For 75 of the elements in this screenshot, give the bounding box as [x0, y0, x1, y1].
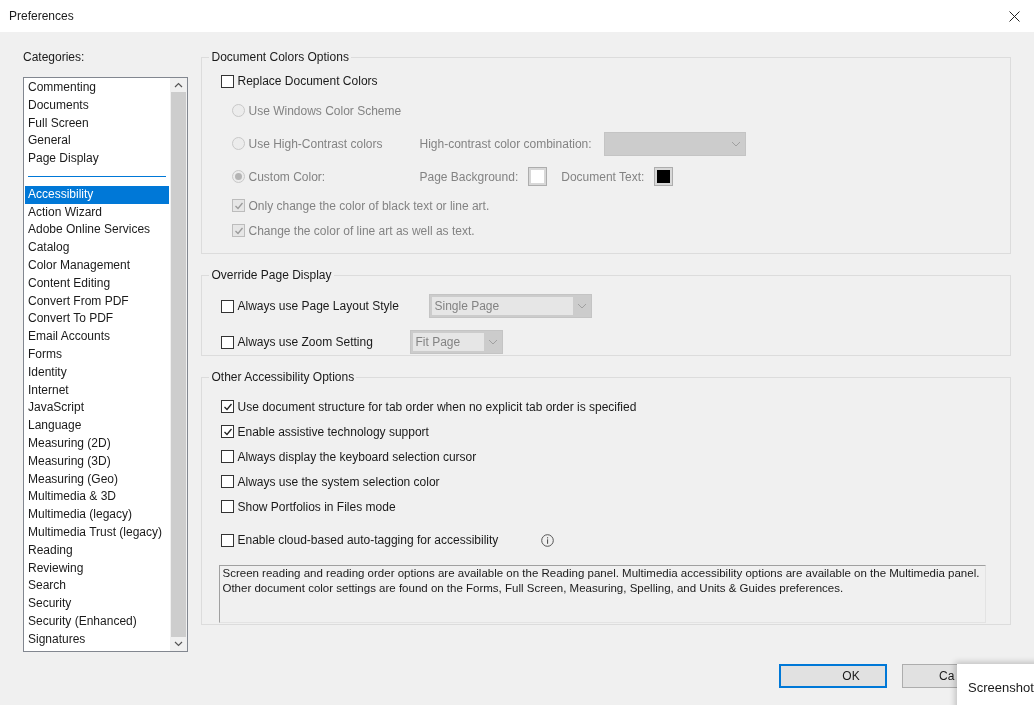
info-icon[interactable]	[541, 533, 555, 547]
checkbox[interactable]	[221, 299, 235, 313]
checkbox-label: Always use the system selection color	[237, 473, 440, 491]
info-note: Screen reading and reading order options are available on the Reading panel. Multimedia accessibility options are available on the Multimedia panel. Other document color settings are found on the Forms, Full Screen, Measuring, Spelling, and Units & Guides preferences.	[219, 565, 987, 623]
category-item[interactable]: Reviewing	[25, 559, 170, 578]
category-item[interactable]: Measuring (Geo)	[25, 470, 170, 489]
checkbox-label: Show Portfolios in Files mode	[237, 498, 396, 516]
category-item[interactable]: General	[25, 132, 170, 151]
category-item[interactable]: Internet	[25, 381, 170, 400]
combo-label: High-contrast color combination:	[419, 135, 592, 153]
category-item[interactable]: Convert To PDF	[25, 310, 170, 329]
category-item[interactable]: Adobe Online Services	[25, 221, 170, 240]
swatch-label: Document Text:	[561, 168, 645, 186]
category-item[interactable]: Multimedia Trust (legacy)	[25, 523, 170, 542]
checkbox[interactable]	[221, 475, 235, 488]
checkbox-label: Always display the keyboard selection cursor	[237, 448, 477, 466]
category-item[interactable]: Color Management	[25, 256, 170, 275]
category-item[interactable]: Accessibility	[25, 185, 170, 204]
checkbox[interactable]	[221, 500, 235, 513]
checkbox-label: Change the color of line art as well as text.	[248, 222, 475, 240]
checkbox-label: Use document structure for tab order when no explicit tab order is specified	[237, 398, 637, 416]
category-item[interactable]: Email Accounts	[25, 328, 170, 346]
category-item[interactable]: Security (Enhanced)	[25, 612, 170, 631]
scroll-down-icon[interactable]	[174, 641, 184, 647]
checkbox[interactable]	[221, 425, 235, 438]
checkbox-label: Always use Zoom Setting	[237, 334, 373, 351]
category-item[interactable]: Forms	[25, 345, 170, 364]
checkbox-label: Replace Document Colors	[237, 73, 378, 90]
checkbox-label: Enable cloud-based auto-tagging for accessibility	[237, 532, 499, 549]
dropdown-value: Single Page	[432, 297, 574, 315]
category-item[interactable]: Signatures	[25, 630, 170, 649]
categories-label: Categories:	[23, 49, 86, 66]
scrollbar[interactable]	[170, 78, 188, 651]
category-item[interactable]: JavaScript	[25, 399, 170, 418]
screenshot-toast[interactable]: Screenshot	[957, 664, 1034, 705]
scrollbar-thumb[interactable]	[171, 92, 187, 637]
group-title: Other Accessibility Options	[210, 369, 356, 386]
ok-button[interactable]: OK	[779, 664, 887, 688]
group-title: Document Colors Options	[210, 49, 350, 66]
caret-icon	[577, 303, 588, 309]
category-item[interactable]: Catalog	[25, 239, 170, 257]
checkbox[interactable]	[221, 400, 235, 413]
checkbox-label: Always use Page Layout Style	[237, 298, 399, 315]
category-item[interactable]: Multimedia (legacy)	[25, 506, 170, 524]
checkbox-label: Enable assistive technology support	[237, 423, 429, 441]
radio-label: Custom Color:	[248, 168, 326, 186]
swatch-label: Page Background:	[419, 168, 519, 186]
radio-label: Use High-Contrast colors	[248, 135, 383, 153]
category-item[interactable]: Measuring (2D)	[25, 434, 170, 453]
category-item[interactable]: Multimedia & 3D	[25, 488, 170, 507]
checkbox-label: Only change the color of black text or line art.	[248, 197, 490, 215]
caret-icon	[488, 339, 499, 345]
category-item[interactable]: Page Display	[25, 150, 170, 168]
category-item[interactable]: Language	[25, 417, 170, 435]
category-item[interactable]: Security	[25, 595, 170, 613]
category-item[interactable]: Full Screen	[25, 114, 170, 133]
category-item[interactable]: Identity	[25, 363, 170, 382]
caret-icon	[730, 140, 741, 147]
close-icon[interactable]	[1008, 10, 1020, 22]
dropdown-value: Fit Page	[413, 333, 485, 351]
category-item[interactable]: Search	[25, 577, 170, 596]
category-item[interactable]: Documents	[25, 96, 170, 115]
window-title: Preferences	[9, 8, 74, 25]
radio-label: Use Windows Color Scheme	[248, 102, 402, 120]
category-item[interactable]: Content Editing	[25, 274, 170, 293]
checkbox[interactable]	[221, 335, 235, 349]
category-item[interactable]: Measuring (3D)	[25, 452, 170, 471]
checkbox[interactable]	[221, 450, 235, 463]
category-item[interactable]: Commenting	[25, 79, 170, 97]
scroll-up-icon[interactable]	[174, 82, 184, 88]
category-item[interactable]: Convert From PDF	[25, 292, 170, 311]
category-item[interactable]: Reading	[25, 541, 170, 560]
checkbox[interactable]	[221, 533, 235, 547]
category-item[interactable]: Action Wizard	[25, 203, 170, 222]
group-title: Override Page Display	[210, 267, 333, 284]
